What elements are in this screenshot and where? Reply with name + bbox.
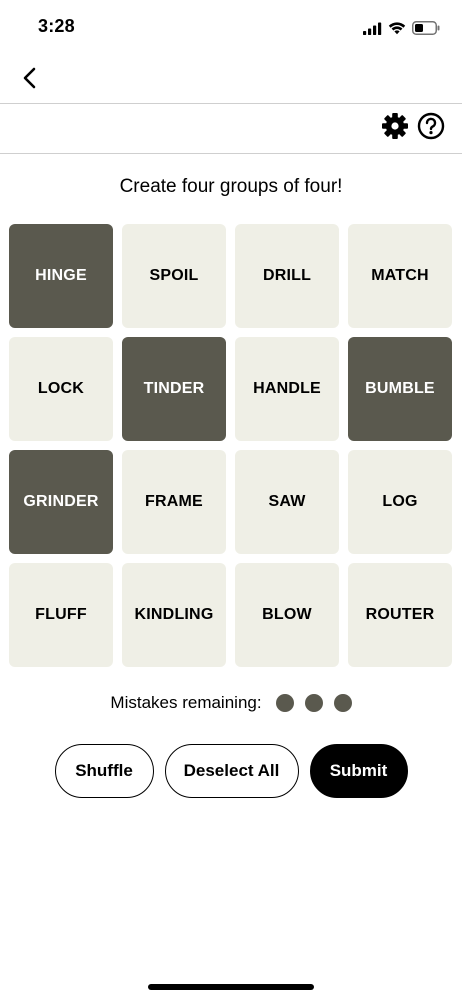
word-tile[interactable]: FLUFF [9,563,113,667]
word-tile[interactable]: DRILL [235,224,339,328]
chevron-left-icon [23,67,36,89]
status-time: 3:28 [38,16,75,36]
deselect-all-button[interactable]: Deselect All [164,744,299,798]
gear-icon [382,113,408,139]
word-tile[interactable]: ROUTER [348,563,452,667]
word-tile[interactable]: LOCK [9,337,113,441]
nav-bar [0,52,462,104]
wifi-icon [388,22,406,35]
mistake-dot [275,694,294,712]
word-tile[interactable]: LOG [348,450,452,554]
question-circle-icon [417,112,445,140]
status-icons [363,18,440,38]
battery-icon [412,21,440,35]
help-button[interactable] [416,111,446,141]
mistake-dots [275,694,352,712]
mistake-dot [333,694,352,712]
mistakes-label: Mistakes remaining: [110,693,262,712]
game-toolbar [0,104,462,154]
word-tile[interactable]: BUMBLE [348,337,452,441]
back-button[interactable] [14,62,46,94]
word-tile[interactable]: HANDLE [235,337,339,441]
instructions-text: Create four groups of four! [119,176,343,197]
word-tile[interactable]: KINDLING [122,563,226,667]
status-bar: 3:28 [0,0,462,52]
word-tile[interactable]: GRINDER [9,450,113,554]
word-grid: HINGE SPOIL DRILL MATCH LOCK TINDER HANDLE BUMB… [9,224,453,667]
mistakes-remaining: Mistakes remaining: [0,693,462,713]
word-tile[interactable]: SPOIL [122,224,226,328]
word-tile[interactable]: HINGE [9,224,113,328]
word-tile[interactable]: MATCH [348,224,452,328]
settings-button[interactable] [380,111,410,141]
mistake-dot [304,694,323,712]
word-tile[interactable]: TINDER [122,337,226,441]
word-tile[interactable]: FRAME [122,450,226,554]
submit-button[interactable]: Submit [309,744,408,798]
cellular-signal-icon [363,22,382,35]
action-buttons: Shuffle Deselect All Submit [0,744,462,798]
word-tile[interactable]: BLOW [235,563,339,667]
word-tile[interactable]: SAW [235,450,339,554]
shuffle-button[interactable]: Shuffle [54,744,154,798]
home-indicator [148,984,314,990]
